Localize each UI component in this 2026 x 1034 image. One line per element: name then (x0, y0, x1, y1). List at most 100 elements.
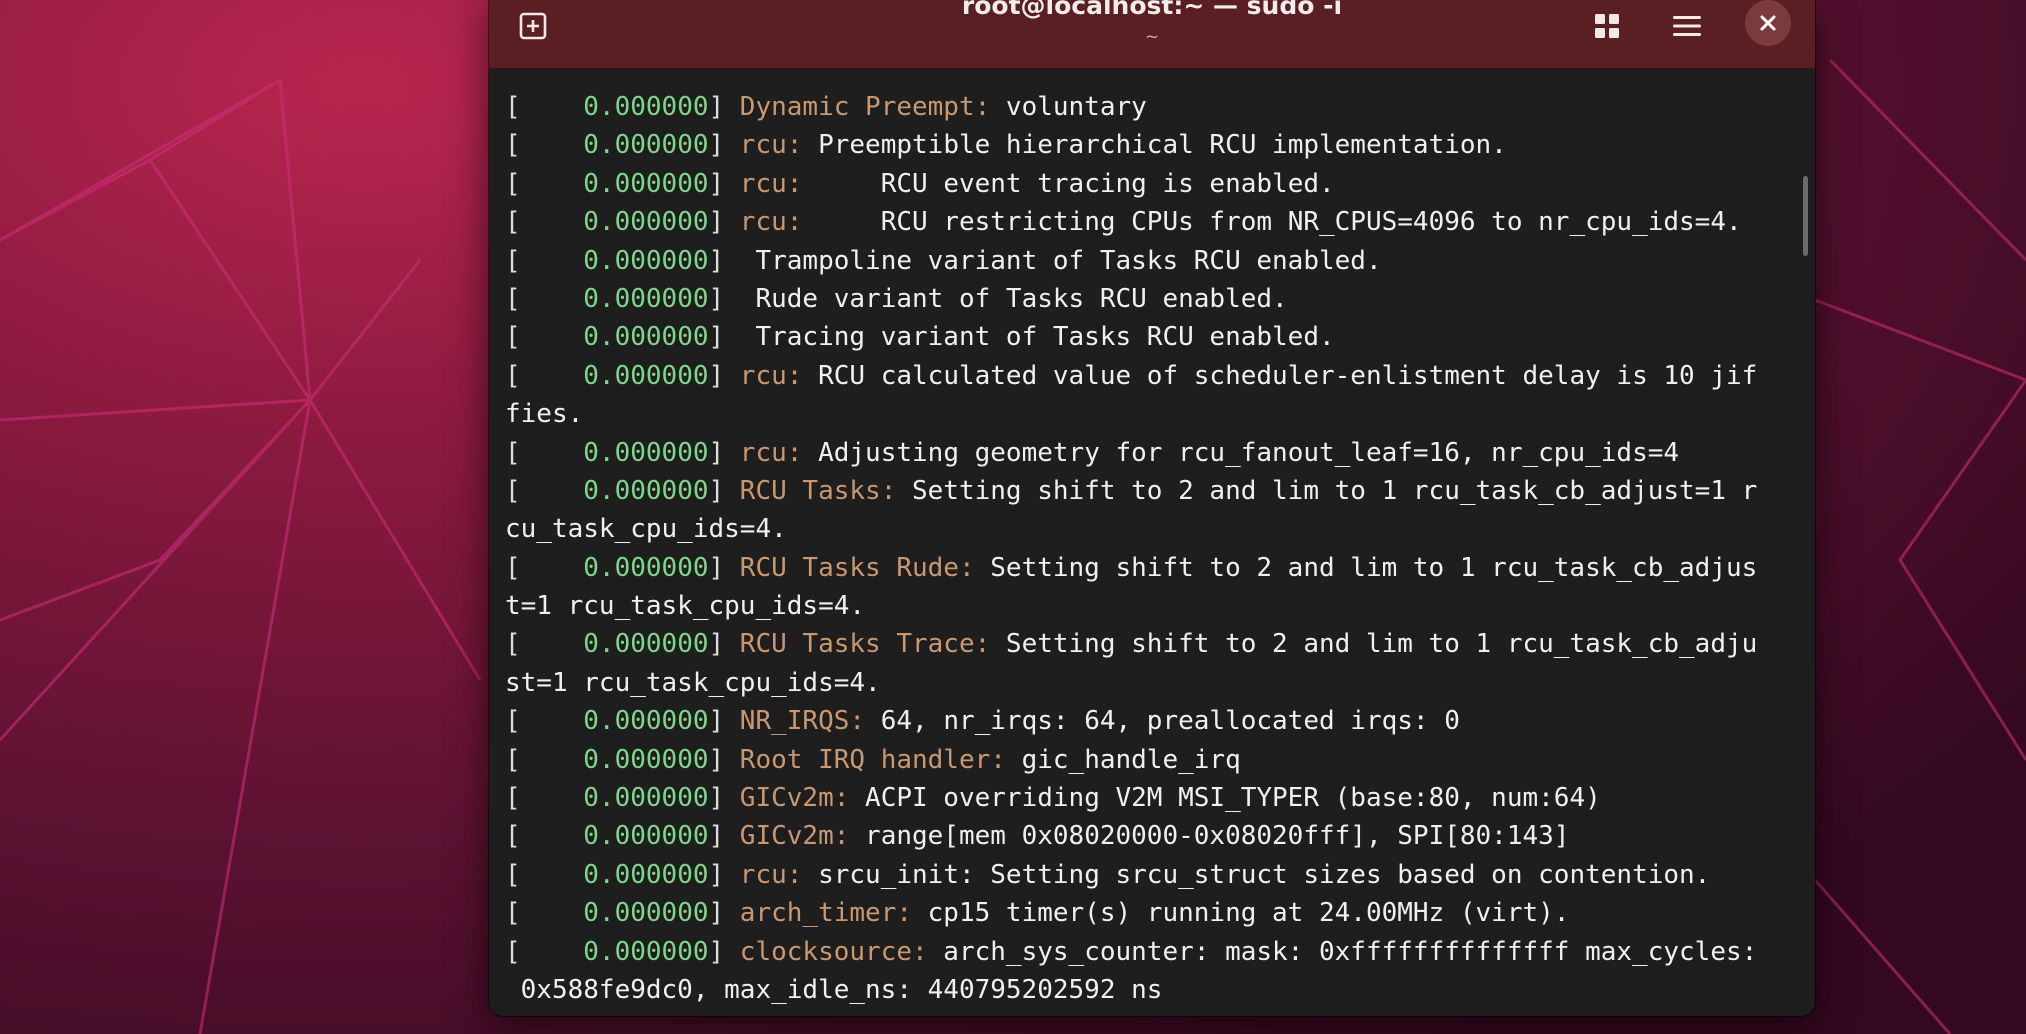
terminal-line: [ 0.000000] NR_IRQS: 64, nr_irqs: 64, pr… (505, 702, 1795, 740)
close-bracket: ] (708, 859, 725, 890)
close-bracket: ] (708, 783, 725, 814)
close-bracket: ] (708, 283, 725, 314)
log-message: arch_sys_counter: mask: 0xffffffffffffff… (927, 936, 1758, 967)
subsystem-tag: rcu: (724, 859, 803, 890)
close-bracket: ] (708, 437, 725, 468)
subsystem-tag: RCU Tasks Rude: (724, 552, 975, 583)
wrapped-line-text: 0x588fe9dc0, max_idle_ns: 440795202592 n… (505, 974, 1163, 1005)
close-bracket: ] (708, 360, 725, 391)
subsystem-tag: clocksource: (724, 936, 928, 967)
vertical-scrollbar-thumb[interactable] (1803, 176, 1808, 256)
log-message: Setting shift to 2 and lim to 1 rcu_task… (990, 629, 1758, 660)
terminal-line: fies. (505, 395, 1795, 433)
terminal-line: [ 0.000000] GICv2m: range[mem 0x08020000… (505, 817, 1795, 855)
close-bracket: ] (708, 936, 725, 967)
timestamp: 0.000000 (520, 283, 709, 314)
log-message: voluntary (990, 92, 1147, 122)
open-bracket: [ (505, 92, 521, 122)
subsystem-tag: rcu: (724, 360, 803, 391)
terminal-line: st=1 rcu_task_cpu_ids=4. (505, 664, 1795, 702)
close-bracket: ] (708, 130, 725, 161)
timestamp: 0.000000 (520, 207, 709, 238)
open-bracket: [ (505, 283, 521, 314)
close-bracket: ] (708, 475, 725, 506)
open-bracket: [ (505, 744, 521, 775)
wrapped-line-text: fies. (505, 399, 584, 430)
terminal-line: [ 0.000000] rcu: Adjusting geometry for … (505, 434, 1795, 472)
log-message: Preemptible hierarchical RCU implementat… (802, 130, 1507, 161)
title-bar[interactable]: root@localhost:~ — sudo -i ~ (489, 0, 1815, 69)
timestamp: 0.000000 (520, 859, 709, 890)
subsystem-tag: Root IRQ handler: (724, 744, 1006, 775)
wrapped-line-text: cu_task_cpu_ids=4. (505, 514, 787, 545)
subsystem-tag: rcu: (724, 437, 803, 468)
timestamp: 0.000000 (520, 437, 709, 468)
close-window-button[interactable] (1745, 0, 1791, 46)
close-bracket: ] (708, 168, 725, 199)
close-bracket: ] (708, 744, 725, 775)
subsystem-tag: arch_timer: (724, 898, 912, 929)
subsystem-tag: rcu: (724, 168, 803, 199)
open-bracket: [ (505, 130, 521, 161)
close-bracket: ] (708, 92, 725, 122)
open-bracket: [ (505, 821, 521, 852)
log-message: ACPI overriding V2M MSI_TYPER (base:80, … (849, 783, 1601, 814)
terminal-window: root@localhost:~ — sudo -i ~ [0.000000]… (489, 0, 1815, 1016)
new-tab-button[interactable] (511, 4, 555, 48)
timestamp: 0.000000 (520, 168, 709, 199)
log-message: RCU event tracing is enabled. (802, 168, 1335, 199)
tab-overview-grid-icon (1595, 14, 1619, 38)
terminal-line: [ 0.000000] rcu: RCU event tracing is en… (505, 165, 1795, 203)
timestamp: 0.000000 (520, 783, 709, 814)
terminal-line: [ 0.000000] rcu: Preemptible hierarchica… (505, 126, 1795, 164)
subsystem-tag: GICv2m: (724, 821, 850, 852)
close-bracket: ] (708, 629, 725, 660)
log-message: gic_handle_irq (1005, 744, 1241, 775)
log-message: RCU calculated value of scheduler-enlist… (802, 360, 1758, 391)
timestamp: 0.000000 (520, 936, 709, 967)
timestamp: 0.000000 (520, 898, 709, 929)
timestamp: 0.000000 (520, 706, 709, 737)
open-bracket: [ (505, 706, 521, 737)
open-bracket: [ (505, 936, 521, 967)
open-bracket: [ (505, 207, 521, 238)
open-bracket: [ (505, 360, 521, 391)
terminal-line: [ 0.000000] RCU Tasks Trace: Setting shi… (505, 625, 1795, 663)
log-message: cp15 timer(s) running at 24.00MHz (virt)… (912, 898, 1570, 929)
open-bracket: [ (505, 783, 521, 814)
main-menu-button[interactable] (1665, 4, 1709, 48)
close-bracket: ] (708, 552, 725, 583)
wrapped-line-text: st=1 rcu_task_cpu_ids=4. (505, 667, 881, 698)
terminal-line: [ 0.000000] Trampoline variant of Tasks … (505, 242, 1795, 280)
tab-overview-button[interactable] (1585, 4, 1629, 48)
open-bracket: [ (505, 475, 521, 506)
open-bracket: [ (505, 437, 521, 468)
terminal-line: [ 0.000000] arch_timer: cp15 timer(s) ru… (505, 894, 1795, 932)
open-bracket: [ (505, 629, 521, 660)
subsystem-tag: rcu: (724, 130, 803, 161)
subsystem-tag: rcu: (724, 207, 803, 238)
open-bracket: [ (505, 552, 521, 583)
timestamp: 0.000000 (520, 360, 709, 391)
log-message: Adjusting geometry for rcu_fanout_leaf=1… (802, 437, 1680, 468)
log-message: Rude variant of Tasks RCU enabled. (724, 283, 1288, 314)
terminal-line: [ 0.000000] Dynamic Preempt: voluntary (505, 88, 1795, 126)
terminal-output[interactable]: [ 0.000000] Dynamic Preempt: voluntary[ … (505, 88, 1795, 1008)
timestamp: 0.000000 (520, 821, 709, 852)
log-message: RCU restricting CPUs from NR_CPUS=4096 t… (802, 207, 1742, 238)
subsystem-tag: Dynamic Preempt: (724, 92, 991, 122)
terminal-line: [ 0.000000] Rude variant of Tasks RCU en… (505, 280, 1795, 318)
timestamp: 0.000000 (520, 629, 709, 660)
close-bracket: ] (708, 898, 725, 929)
log-message: range[mem 0x08020000-0x08020fff], SPI[80… (849, 821, 1570, 852)
timestamp: 0.000000 (520, 552, 709, 583)
terminal-line: [ 0.000000] RCU Tasks: Setting shift to … (505, 472, 1795, 510)
new-tab-icon (519, 12, 547, 40)
timestamp: 0.000000 (520, 744, 709, 775)
subsystem-tag: GICv2m: (724, 783, 850, 814)
close-icon (1760, 15, 1776, 31)
log-message: Trampoline variant of Tasks RCU enabled. (724, 245, 1382, 276)
open-bracket: [ (505, 245, 521, 276)
log-message: Tracing variant of Tasks RCU enabled. (724, 322, 1335, 353)
terminal-line: [ 0.000000] RCU Tasks Rude: Setting shif… (505, 549, 1795, 587)
